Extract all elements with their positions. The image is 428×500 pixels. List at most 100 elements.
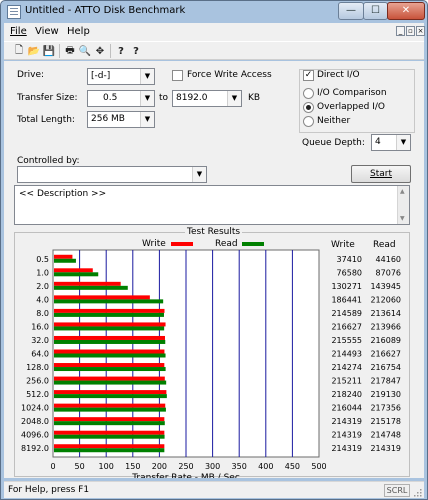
read-bar bbox=[54, 312, 164, 317]
queue-depth-select[interactable]: 4 ▼ bbox=[371, 134, 411, 151]
write-bar bbox=[54, 322, 166, 327]
chevron-down-icon[interactable]: ▼ bbox=[192, 167, 206, 182]
transfer-size-to-select[interactable]: 8192.0 ▼ bbox=[172, 90, 242, 107]
minimize-button[interactable]: — bbox=[338, 2, 364, 20]
x-tick-label: 400 bbox=[258, 462, 273, 471]
menu-help-label: Help bbox=[67, 26, 90, 37]
y-tick-label: 64.0 bbox=[31, 350, 49, 359]
chevron-down-icon[interactable]: ▼ bbox=[140, 112, 154, 127]
y-tick-label: 2048.0 bbox=[21, 417, 49, 426]
write-value: 76580 bbox=[337, 268, 362, 277]
y-tick-label: 1.0 bbox=[36, 268, 49, 277]
menu-help[interactable]: Help bbox=[67, 26, 90, 37]
context-help-icon[interactable]: ? bbox=[129, 44, 143, 58]
menu-bar: File View Help _ ▫ × bbox=[4, 23, 425, 41]
menu-file[interactable]: File bbox=[10, 26, 27, 37]
write-value: 186441 bbox=[331, 295, 362, 304]
test-results-group: Test Results Write Read Write Read 0 50 10… bbox=[14, 227, 410, 478]
read-bar bbox=[54, 272, 99, 277]
open-folder-icon[interactable]: 📂 bbox=[27, 44, 41, 58]
description-scrollbar[interactable]: ▲ ▼ bbox=[397, 186, 409, 224]
scroll-down-icon[interactable]: ▼ bbox=[400, 215, 405, 222]
read-bar bbox=[54, 258, 76, 263]
write-bar bbox=[54, 417, 165, 422]
results-chart: 0 50 100 150 200 250 300 350 400 450 500 Transfer R… bbox=[21, 249, 401, 478]
overlapped-io-radio[interactable] bbox=[303, 102, 314, 113]
x-tick-label: 100 bbox=[99, 462, 114, 471]
read-bar bbox=[54, 407, 166, 412]
read-bar bbox=[54, 394, 167, 399]
menu-view[interactable]: View bbox=[35, 26, 59, 37]
read-bar bbox=[54, 353, 166, 358]
transfer-size-from-value: 0.5 bbox=[103, 93, 118, 103]
x-tick-label: 450 bbox=[285, 462, 300, 471]
total-length-select[interactable]: 256 MB ▼ bbox=[87, 111, 155, 128]
write-value: 214493 bbox=[331, 350, 362, 359]
x-tick-label: 250 bbox=[178, 462, 193, 471]
direct-io-label: Direct I/O bbox=[317, 70, 362, 80]
chevron-down-icon[interactable]: ▼ bbox=[396, 135, 410, 150]
direct-io-checkbox[interactable]: ✓ bbox=[303, 70, 314, 81]
print-icon[interactable]: 🖶 bbox=[63, 44, 77, 58]
toolbar-separator bbox=[110, 44, 111, 58]
write-bar bbox=[54, 281, 121, 286]
new-file-icon[interactable]: 🗋 bbox=[12, 44, 26, 58]
app-icon[interactable] bbox=[7, 5, 21, 19]
mdi-minimize-button[interactable]: _ bbox=[396, 26, 405, 36]
start-button[interactable]: Start bbox=[351, 165, 411, 183]
x-axis-label: Transfer Rate - MB / Sec bbox=[131, 473, 240, 478]
x-tick-label: 500 bbox=[311, 462, 326, 471]
total-length-value: 256 MB bbox=[91, 114, 125, 124]
mdi-close-button[interactable]: × bbox=[416, 26, 425, 36]
y-tick-label: 512.0 bbox=[26, 390, 49, 399]
write-value: 130271 bbox=[331, 282, 362, 291]
start-button-label: Start bbox=[370, 169, 392, 179]
neither-radio[interactable] bbox=[303, 116, 314, 127]
write-bar bbox=[54, 335, 165, 340]
controlled-by-select[interactable]: ▼ bbox=[17, 166, 207, 183]
total-length-label: Total Length: bbox=[17, 115, 75, 125]
chevron-down-icon[interactable]: ▼ bbox=[140, 91, 154, 106]
save-icon[interactable]: 💾 bbox=[42, 44, 56, 58]
y-tick-label: 32.0 bbox=[31, 336, 49, 345]
write-bar bbox=[54, 376, 165, 381]
read-bar bbox=[54, 448, 165, 453]
read-value: 44160 bbox=[376, 255, 401, 264]
drive-select[interactable]: [-d-] ▼ bbox=[87, 68, 155, 85]
transfer-size-from-select[interactable]: 0.5 ▼ bbox=[87, 90, 155, 107]
y-tick-label: 128.0 bbox=[26, 363, 49, 372]
description-box[interactable]: << Description >> ▲ ▼ bbox=[14, 185, 410, 225]
drive-label: Drive: bbox=[17, 70, 45, 80]
scroll-up-icon[interactable]: ▲ bbox=[400, 188, 405, 195]
main-panel: Drive: [-d-] ▼ Force Write Access ✓ Dire… bbox=[4, 61, 424, 478]
x-tick-label: 300 bbox=[205, 462, 220, 471]
transfer-size-label: Transfer Size: bbox=[17, 93, 78, 103]
maximize-button[interactable]: ☐ bbox=[363, 2, 388, 20]
force-write-checkbox[interactable] bbox=[172, 70, 183, 81]
x-tick-label: 150 bbox=[125, 462, 140, 471]
x-tick-label: 200 bbox=[152, 462, 167, 471]
resize-grip-icon[interactable] bbox=[412, 487, 422, 497]
controlled-by-label: Controlled by: bbox=[17, 156, 80, 166]
io-comparison-radio[interactable] bbox=[303, 88, 314, 99]
help-icon[interactable]: ? bbox=[114, 44, 128, 58]
write-bar bbox=[54, 444, 165, 449]
mdi-restore-button[interactable]: ▫ bbox=[406, 26, 415, 36]
chevron-down-icon[interactable]: ▼ bbox=[227, 91, 241, 106]
force-write-label: Force Write Access bbox=[187, 70, 272, 80]
read-value: 213966 bbox=[370, 322, 401, 331]
queue-depth-value: 4 bbox=[375, 137, 381, 147]
y-tick-label: 16.0 bbox=[31, 322, 49, 331]
read-bar bbox=[54, 299, 164, 304]
close-button[interactable]: ✕ bbox=[387, 2, 425, 20]
write-value: 215211 bbox=[331, 377, 362, 386]
chevron-down-icon[interactable]: ▼ bbox=[140, 69, 154, 84]
print-preview-icon[interactable]: 🔍 bbox=[78, 44, 92, 58]
y-tick-label: 8.0 bbox=[36, 309, 49, 318]
write-bar bbox=[54, 254, 73, 259]
title-bar[interactable]: Untitled - ATTO Disk Benchmark — ☐ ✕ bbox=[1, 1, 427, 23]
write-value: 214319 bbox=[331, 417, 362, 426]
move-icon[interactable]: ✥ bbox=[93, 44, 107, 58]
read-value: 216754 bbox=[370, 363, 401, 372]
read-value: 217847 bbox=[370, 377, 401, 386]
